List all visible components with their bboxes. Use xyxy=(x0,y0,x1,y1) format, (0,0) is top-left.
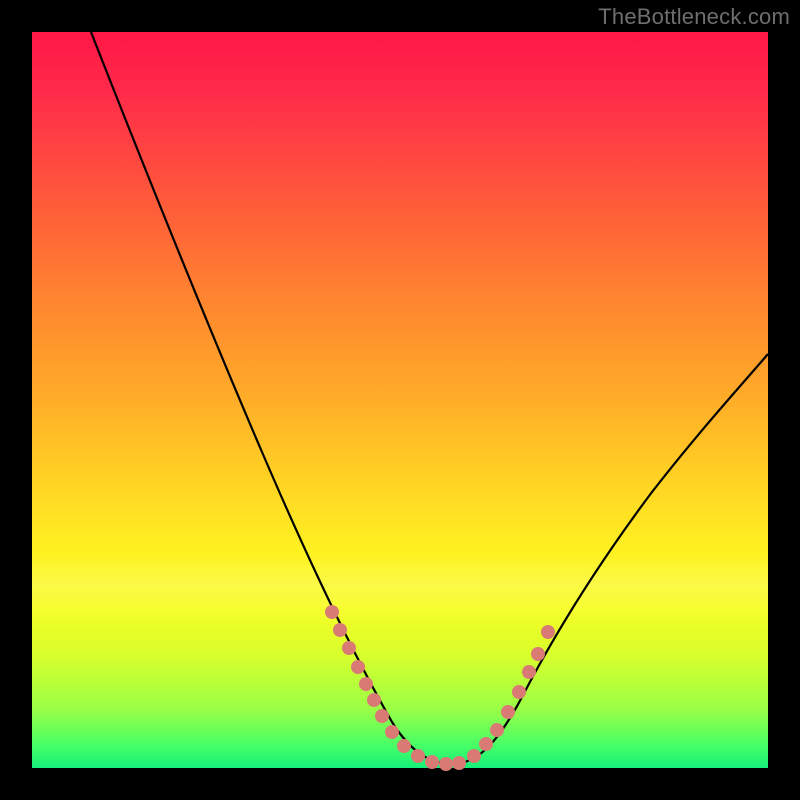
marker-cluster-left xyxy=(325,605,466,771)
left-curve xyxy=(91,32,452,764)
curve-layer xyxy=(32,32,768,768)
attribution-text: TheBottleneck.com xyxy=(598,4,790,30)
plot-area xyxy=(32,32,768,768)
right-curve xyxy=(452,354,768,764)
marker-cluster-right xyxy=(467,625,555,763)
chart-frame: TheBottleneck.com xyxy=(0,0,800,800)
